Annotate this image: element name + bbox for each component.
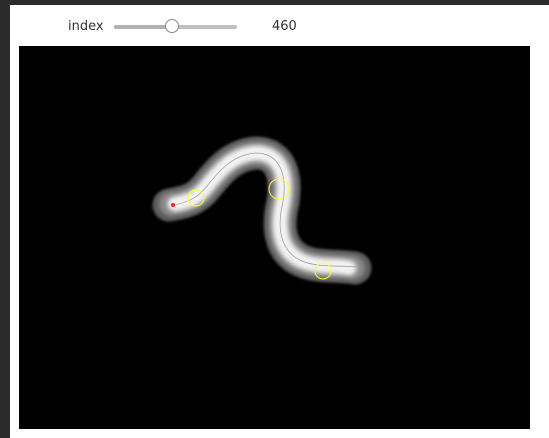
slider-fill xyxy=(114,25,172,29)
slider-value-readout: 460 xyxy=(272,19,297,34)
worm-outer-halo xyxy=(152,136,372,285)
worm-image xyxy=(152,136,372,285)
image-display xyxy=(19,46,530,429)
slider-label: index xyxy=(68,19,104,34)
slider-thumb[interactable] xyxy=(164,19,179,33)
head-marker xyxy=(171,203,175,207)
app-window: index 460 xyxy=(0,0,549,438)
index-slider-control: index 460 xyxy=(10,5,549,45)
viewer-panel: index 460 xyxy=(10,5,549,438)
